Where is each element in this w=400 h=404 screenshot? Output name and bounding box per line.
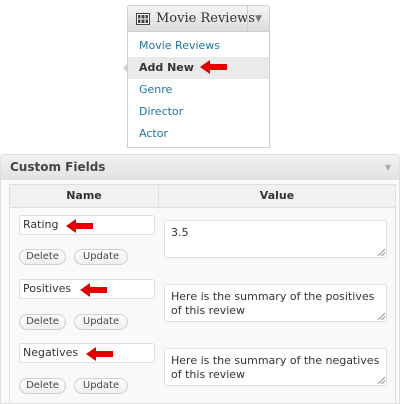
red-arrow-icon [66, 219, 93, 233]
submenu-item-movie-reviews[interactable]: Movie Reviews [128, 35, 269, 57]
resize-grip-icon[interactable] [378, 249, 385, 256]
custom-fields-header[interactable]: Custom Fields ▼ [1, 155, 399, 180]
red-arrow-icon [86, 347, 113, 361]
field-value-input[interactable]: Here is the summary of the positives of … [164, 284, 387, 322]
resize-grip-icon[interactable] [378, 377, 385, 384]
field-value-input[interactable]: 3.5 [164, 220, 387, 258]
submenu-item-director[interactable]: Director [128, 101, 269, 123]
delete-button[interactable]: Delete [19, 249, 66, 265]
submenu: Movie Reviews Add New Genre Director Act… [123, 32, 270, 148]
field-value-text: Here is the summary of the negatives of … [171, 354, 380, 381]
update-button[interactable]: Update [74, 249, 128, 265]
field-value-text: Here is the summary of the positives of … [171, 290, 375, 317]
field-value-text: 3.5 [171, 226, 189, 239]
delete-button[interactable]: Delete [19, 314, 66, 330]
menu-title: Movie Reviews [156, 11, 255, 26]
submenu-item-add-new[interactable]: Add New [123, 57, 269, 79]
delete-button[interactable]: Delete [19, 378, 66, 394]
custom-fields-box: Custom Fields ▼ Name Value Rating 3.5 De… [0, 154, 400, 404]
red-arrow-icon [80, 283, 107, 297]
grid-icon [136, 12, 150, 25]
menu-header[interactable]: Movie Reviews ▼ [127, 5, 270, 32]
field-value-input[interactable]: Here is the summary of the negatives of … [164, 348, 387, 386]
field-key-text: Positives [23, 282, 72, 295]
column-header-value: Value [159, 185, 395, 208]
update-button[interactable]: Update [74, 378, 128, 394]
collapse-icon[interactable]: ▼ [385, 155, 391, 180]
submenu-item-label: Add New [139, 61, 194, 74]
custom-fields-table: Name Value Rating 3.5 Delete Update Posi… [9, 184, 396, 404]
field-key-text: Rating [23, 218, 59, 231]
red-arrow-icon [200, 60, 227, 74]
custom-fields-title: Custom Fields [10, 160, 106, 174]
field-key-text: Negatives [23, 346, 79, 359]
resize-grip-icon[interactable] [378, 313, 385, 320]
update-button[interactable]: Update [74, 314, 128, 330]
submenu-item-actor[interactable]: Actor [128, 123, 269, 145]
menu-toggle-icon[interactable]: ▼ [247, 6, 269, 31]
submenu-item-genre[interactable]: Genre [128, 79, 269, 101]
current-marker-icon [123, 63, 128, 73]
column-header-name: Name [10, 185, 159, 208]
